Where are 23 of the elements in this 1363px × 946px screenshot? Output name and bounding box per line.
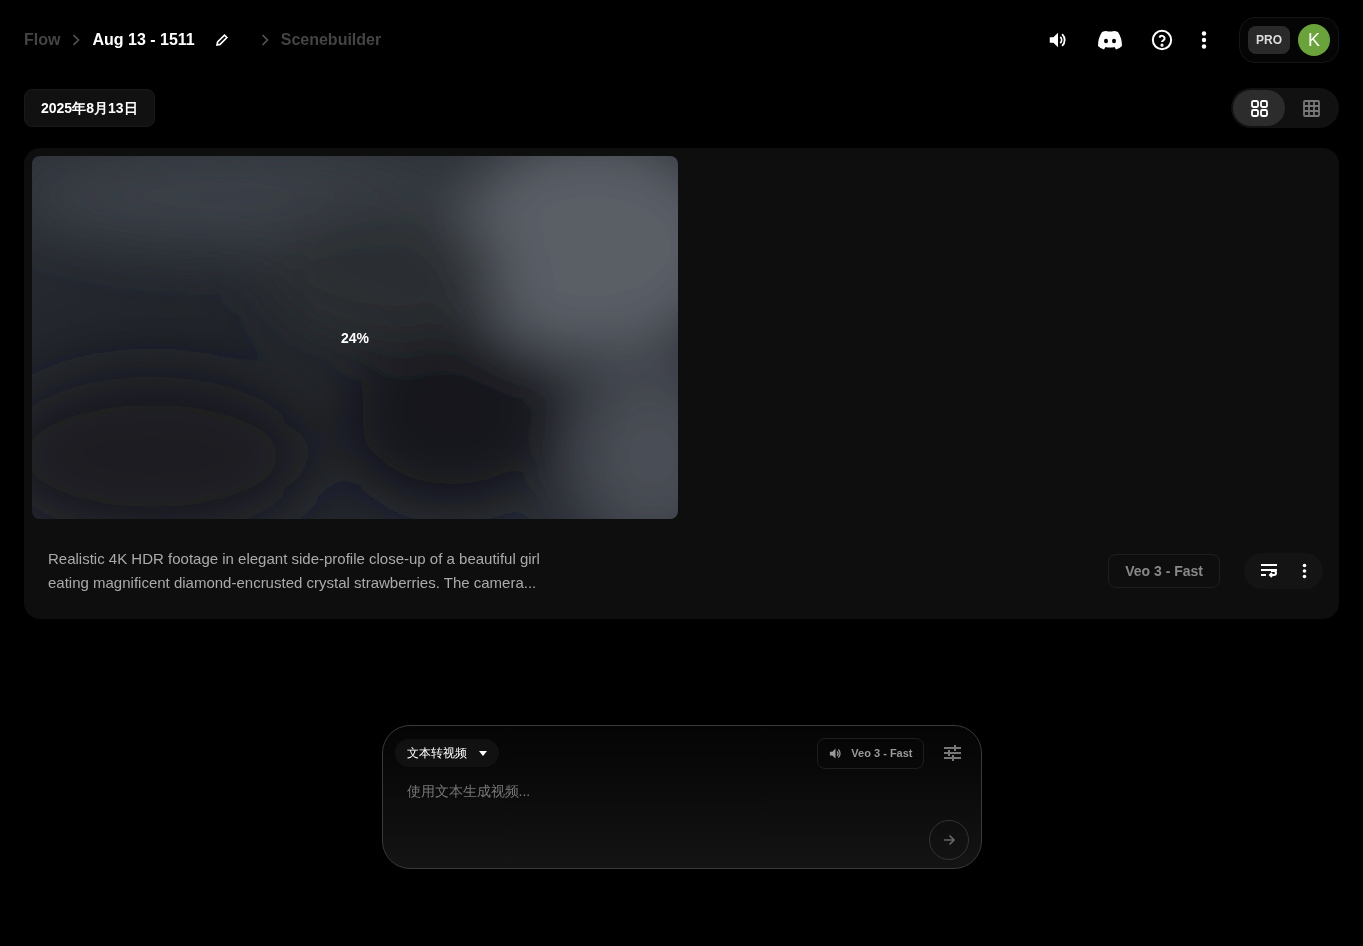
chat-bubble-icon[interactable] (1097, 30, 1123, 50)
caret-icon (478, 750, 487, 756)
chevron-icon (260, 34, 269, 46)
prompt-input[interactable]: 使用文本生成视频... (406, 780, 957, 801)
grid-icon (1250, 99, 1268, 117)
model-label: Veo 3 - Fast (1108, 554, 1220, 588)
arrow-right-icon (942, 834, 955, 846)
model-selector[interactable]: Veo 3 - Fast (817, 738, 924, 769)
settings-sliders-icon[interactable] (943, 745, 961, 762)
prompt-text: Realistic 4K HDR footage in elegant side-profile close-up of a beautiful girl eating magnificent diamond-encrusted crystal strawberries. The camera... (48, 549, 541, 593)
edit-icon[interactable] (214, 33, 229, 47)
wrap-text-icon[interactable] (1260, 563, 1278, 579)
more-icon[interactable] (1201, 31, 1207, 49)
help-icon[interactable] (1151, 29, 1173, 51)
mode-dropdown[interactable]: 文本转视频 (394, 739, 499, 768)
date-chip: 2025年8月13日 (24, 89, 155, 127)
progress-percent: 24% (341, 328, 369, 348)
breadcrumb-link[interactable]: Aug 13 - 1511 (92, 28, 195, 52)
grid-view-tab[interactable] (1233, 90, 1285, 126)
chevron-icon (72, 34, 81, 46)
table-icon (1302, 99, 1320, 117)
more-icon[interactable] (1302, 563, 1307, 579)
plan-badge: PRO (1248, 26, 1290, 54)
